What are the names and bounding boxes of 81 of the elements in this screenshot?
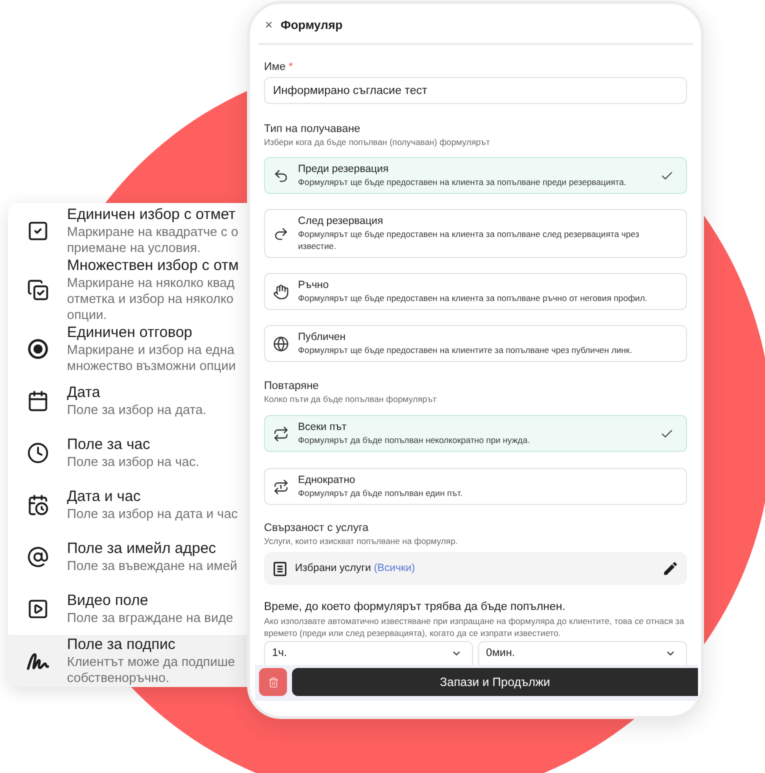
services-field[interactable]: Избрани услуги (Всички) xyxy=(264,552,687,585)
undo-arrow-icon xyxy=(273,168,289,184)
save-button[interactable]: Запази и Продължи xyxy=(292,668,698,696)
trash-icon xyxy=(268,676,278,688)
option-card[interactable]: След резервация Формулярът ще бъде предоставен на клиента за попълване след резервацията чрез известие. xyxy=(264,209,687,258)
option-title: След резервация xyxy=(298,215,384,228)
calendar-icon xyxy=(27,390,49,412)
all-services-link[interactable]: (Всички) xyxy=(374,562,415,574)
menu-item-description: Маркиране на квадратче с о приемане на условия. xyxy=(67,224,238,256)
repeat-icon xyxy=(273,426,289,442)
menu-item-description: Маркиране и избор на една множество възможни опции xyxy=(67,342,236,374)
section-hint: Услуги, които изискват попълване на формуляр. xyxy=(264,535,459,547)
option-description: Формулярът да бъде попълван един път. xyxy=(298,487,464,499)
option-card[interactable]: Публичен Формулярът ще бъде предоставен на клиентите за попълване чрез публичен линк. xyxy=(264,325,687,362)
menu-item[interactable]: Множествен избор с отм Маркиране на няколко квад отметка и избор на няколко опции. xyxy=(8,257,247,323)
repeat-once-icon xyxy=(273,478,289,494)
calendar-clock-icon xyxy=(27,494,49,516)
checkbox-icon xyxy=(27,220,49,242)
menu-item-title: Поле за имейл адрес xyxy=(67,540,218,558)
globe-icon xyxy=(273,336,289,352)
menu-item-description: Маркиране на няколко квад отметка и избор на няколко опции. xyxy=(67,275,236,323)
redo-arrow-icon xyxy=(273,226,289,242)
option-title: Еднократно xyxy=(298,474,356,487)
clock-icon xyxy=(27,442,49,464)
option-description: Формулярът да бъде попълван неколкократно при нужда. xyxy=(298,434,531,446)
radio-icon xyxy=(27,338,49,360)
option-card[interactable]: Всеки път Формулярът да бъде попълван неколкократно при нужда. xyxy=(264,415,687,452)
form-title: Формуляр xyxy=(280,17,343,34)
at-sign-icon xyxy=(27,546,49,568)
menu-item-title: Единичен избор с отмет xyxy=(67,206,237,224)
section-label: Повтаряне xyxy=(264,379,320,393)
option-title: Всеки път xyxy=(298,421,348,434)
hand-icon xyxy=(273,284,289,300)
pencil-icon[interactable] xyxy=(662,560,679,577)
menu-item-title: Дата xyxy=(67,384,102,402)
section-label: Време, до което формулярът трябва да бъде попълнен. xyxy=(264,600,566,614)
option-description: Формулярът ще бъде предоставен на клиентите за попълване чрез публичен линк. xyxy=(298,344,634,356)
menu-item-title: Единичен отговор xyxy=(67,324,194,342)
option-title: Преди резервация xyxy=(298,163,390,176)
menu-item[interactable]: Единичен отговор Маркиране и избор на една множество възможни опции xyxy=(8,323,247,375)
stacked-checkbox-icon xyxy=(27,279,49,301)
option-card[interactable]: Ръчно Формулярът ще бъде предоставен на клиента за попълване ръчно от неговия профил. xyxy=(264,273,687,310)
menu-item-description: Поле за въвеждане на имей xyxy=(67,558,238,574)
menu-item[interactable]: Поле за имейл адрес Поле за въвеждане на имей xyxy=(8,531,247,583)
option-description: Формулярът ще бъде предоставен на клиента за попълване след резервацията чрез известие. xyxy=(298,228,640,252)
menu-item[interactable]: Единичен избор с отмет Маркиране на квадратче с о приемане на условия. xyxy=(8,205,247,257)
option-title: Публичен xyxy=(298,331,347,344)
menu-item-title: Видео поле xyxy=(67,592,150,610)
menu-item[interactable]: Видео поле Поле за вграждане на виде xyxy=(8,583,247,635)
menu-item[interactable]: Дата и час Поле за избор на дата и час xyxy=(8,479,247,531)
section-label: Тип на получаване xyxy=(264,122,362,136)
menu-item[interactable]: Поле за подпис Клиентът може да подпише собственоръчно. xyxy=(8,635,247,687)
option-description: Формулярът ще бъде предоставен на клиента за попълване преди резервацията. xyxy=(298,176,628,188)
signature-icon xyxy=(27,650,49,672)
option-title: Ръчно xyxy=(298,279,330,292)
option-description: Формулярът ще бъде предоставен на клиента за попълване ръчно от неговия профил. xyxy=(298,292,648,304)
menu-item-title: Дата и час xyxy=(67,488,142,506)
menu-item-description: Поле за избор на час. xyxy=(67,454,200,470)
option-card[interactable]: Еднократно Формулярът да бъде попълван един път. xyxy=(264,468,687,505)
menu-item-title: Множествен избор с отм xyxy=(67,257,239,275)
delete-button[interactable] xyxy=(259,668,287,696)
close-button[interactable]: × xyxy=(265,18,273,32)
menu-item-description: Поле за избор на дата. xyxy=(67,402,206,418)
menu-item[interactable]: Дата Поле за избор на дата. xyxy=(8,375,247,427)
document-icon xyxy=(272,560,288,576)
section-hint: Колко пъти да бъде попълван формулярът xyxy=(264,393,438,405)
menu-item-title: Поле за час xyxy=(67,436,152,454)
required-mark: * xyxy=(288,60,293,74)
menu-item-description: Поле за избор на дата и час xyxy=(67,506,238,522)
menu-item-title: Поле за подпис xyxy=(67,636,176,654)
menu-item-description: Поле за вграждане на виде xyxy=(67,610,234,626)
section-hint: Ако използвате автоматично известяване при изпращане на формуляра до клиентите, това се отнася за времето (преди или след резервацията), когато да се изпрати известието. xyxy=(264,615,686,639)
field-label: Име xyxy=(264,60,286,74)
play-icon xyxy=(27,598,49,620)
menu-item[interactable]: Поле за час Поле за избор на час. xyxy=(8,427,247,479)
selected-services-text: Избрани услуги (Всички) xyxy=(295,560,416,576)
section-label: Свързаност с услуга xyxy=(264,521,370,535)
section-hint: Избери кога да бъде попълван (получаван) формулярът xyxy=(264,136,491,148)
menu-item-description: Клиентът може да подпише собственоръчно. xyxy=(67,654,235,686)
name-input[interactable]: Информирано съгласие тест xyxy=(264,77,687,104)
option-card[interactable]: Преди резервация Формулярът ще бъде предоставен на клиента за попълване преди резервацията. xyxy=(264,157,687,194)
